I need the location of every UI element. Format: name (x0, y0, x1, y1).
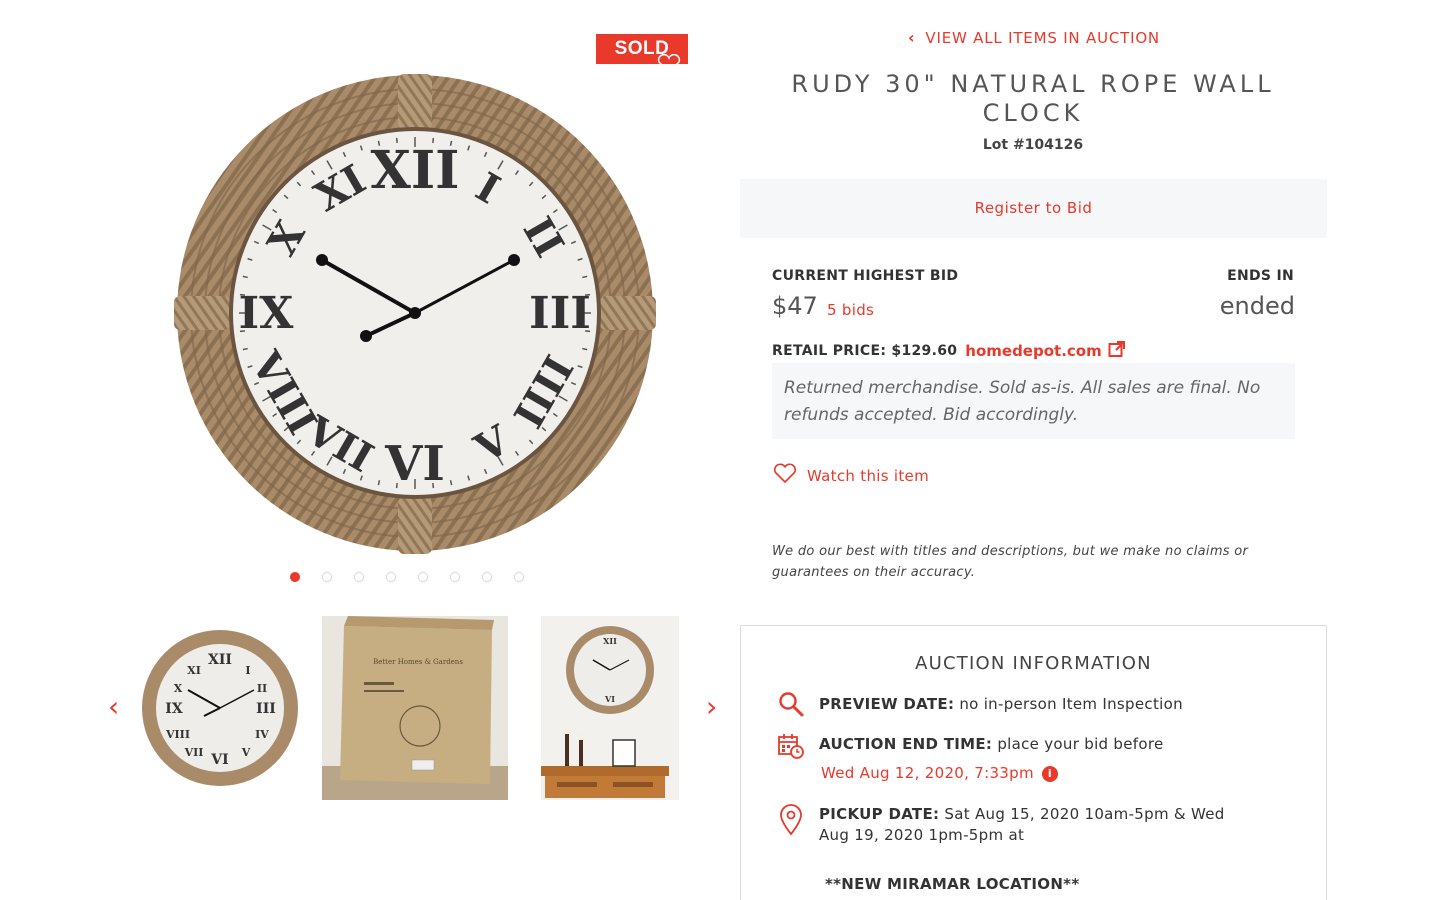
carousel-dot[interactable] (322, 572, 332, 582)
page-title: RUDY 30" NATURAL ROPE WALL CLOCK (791, 70, 1275, 127)
info-circle-icon[interactable]: i (1041, 765, 1058, 782)
svg-text:VI: VI (384, 436, 445, 492)
svg-text:XII: XII (603, 636, 617, 646)
auction-info-title: AUCTION INFORMATION (915, 653, 1152, 674)
svg-text:III: III (529, 288, 591, 339)
svg-text:X: X (174, 682, 183, 695)
view-all-items-label: VIEW ALL ITEMS IN AUCTION (925, 28, 1160, 47)
heart-icon[interactable] (656, 53, 682, 74)
svg-text:III: III (256, 701, 276, 717)
view-all-items-link[interactable]: ‹ VIEW ALL ITEMS IN AUCTION (908, 28, 1160, 47)
current-highest-bid-label: CURRENT HIGHEST BID (772, 268, 959, 284)
main-product-image[interactable]: XII I II III IIII V VI VII VIII IX X XI (170, 70, 660, 560)
svg-text:XII: XII (208, 652, 232, 668)
carousel-dot[interactable] (482, 572, 492, 582)
svg-text:V: V (241, 746, 251, 759)
external-link-icon (1108, 340, 1126, 362)
svg-text:IX: IX (239, 288, 295, 339)
carousel-dot[interactable] (386, 572, 396, 582)
carousel-dot[interactable] (354, 572, 364, 582)
box-brand-text: Better Homes & Gardens (373, 658, 463, 666)
svg-text:XI: XI (187, 664, 201, 677)
pickup-date-value-2: Aug 19, 2020 1pm-5pm at (819, 826, 1025, 844)
lot-number: Lot #104126 (982, 137, 1084, 153)
bid-amount: $47 (772, 292, 818, 320)
thumbnail-clock-front[interactable]: XII III VI IX I II IV V VII VIII X XI (140, 616, 300, 800)
watch-item-label: Watch this item (807, 466, 929, 485)
svg-text:VI: VI (210, 752, 228, 768)
pickup-date-row: PICKUP DATE: Sat Aug 15, 2020 10am-5pm &… (819, 804, 1225, 846)
thumbnail-box[interactable]: Better Homes & Gardens (322, 616, 508, 800)
auction-end-date: Wed Aug 12, 2020, 7:33pm (821, 764, 1034, 782)
ends-in-value: ended (1219, 292, 1295, 320)
retail-source-link[interactable]: homedepot.com (965, 340, 1125, 362)
svg-text:II: II (257, 682, 267, 695)
watch-item-button[interactable]: Watch this item (773, 463, 929, 488)
thumbnail-prev-arrow[interactable]: ‹ (108, 690, 119, 723)
calendar-clock-icon (777, 732, 805, 760)
new-location-note: **NEW MIRAMAR LOCATION** (825, 875, 1080, 893)
pickup-date-value: Sat Aug 15, 2020 10am-5pm & Wed (944, 805, 1225, 823)
svg-text:VII: VII (184, 746, 204, 759)
carousel-dot[interactable] (514, 572, 524, 582)
auction-end-date-link[interactable]: Wed Aug 12, 2020, 7:33pm i (821, 763, 1058, 784)
bid-count-link[interactable]: 5 bids (827, 301, 874, 319)
retail-source-label: homedepot.com (965, 342, 1102, 360)
auction-end-value: place your bid before (997, 735, 1164, 753)
auction-end-label: AUCTION END TIME: (819, 735, 993, 753)
carousel-dot[interactable] (450, 572, 460, 582)
accuracy-note: We do our best with titles and descripti… (772, 544, 1249, 580)
svg-text:VIII: VIII (165, 728, 190, 741)
ends-in-label: ENDS IN (1227, 268, 1294, 284)
preview-date-value: no in-person Item Inspection (959, 695, 1183, 713)
retail-price-label: RETAIL PRICE: $129.60 (772, 343, 958, 359)
thumbnail-room-scene[interactable]: XII VI (541, 616, 679, 800)
preview-date-label: PREVIEW DATE: (819, 695, 955, 713)
heart-outline-icon (773, 463, 797, 488)
carousel-dot[interactable] (418, 572, 428, 582)
location-pin-icon (777, 804, 805, 836)
preview-date-row: PREVIEW DATE: no in-person Item Inspecti… (819, 694, 1183, 715)
auction-end-row: AUCTION END TIME: place your bid before (819, 734, 1164, 755)
chevron-left-icon: ‹ (908, 28, 916, 47)
auction-info-panel: AUCTION INFORMATION PREVIEW DATE: no in-… (740, 625, 1327, 900)
sale-disclaimer: Returned merchandise. Sold as-is. All sa… (772, 363, 1295, 439)
retail-price-row: RETAIL PRICE: $129.60 homedepot.com (772, 340, 1126, 362)
pickup-date-label: PICKUP DATE: (819, 805, 940, 823)
svg-text:IV: IV (255, 728, 269, 741)
thumbnail-next-arrow[interactable]: › (706, 690, 717, 723)
svg-text:VI: VI (604, 694, 615, 704)
carousel-dots (290, 572, 524, 582)
carousel-dot[interactable] (290, 572, 300, 582)
register-to-bid-button[interactable]: Register to Bid (740, 179, 1327, 238)
magnifier-icon (777, 690, 805, 718)
auction-end-date-row: Wed Aug 12, 2020, 7:33pm i (821, 763, 1058, 784)
svg-text:XII: XII (371, 140, 460, 201)
svg-text:IX: IX (165, 701, 183, 717)
svg-text:I: I (245, 664, 250, 677)
